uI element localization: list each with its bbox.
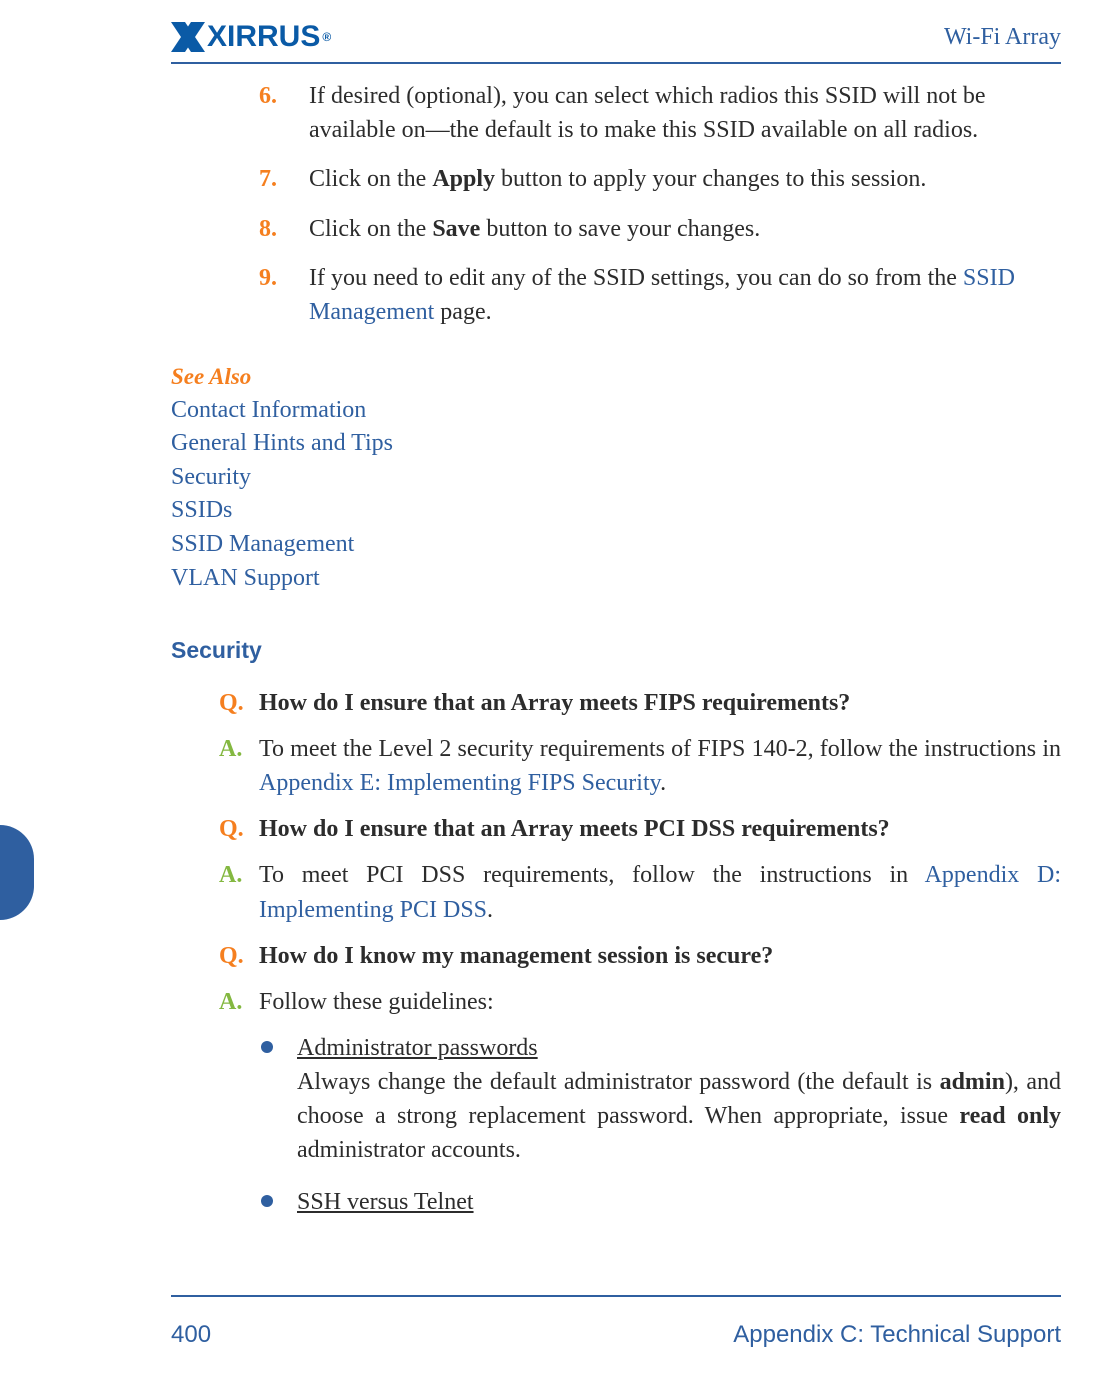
page-number: 400	[171, 1321, 211, 1349]
step-item: 7. Click on the Apply button to apply you…	[171, 163, 1061, 197]
answer-row: A.To meet the Level 2 security requireme…	[219, 732, 1061, 800]
step-item: 6. If desired (optional), you can select …	[171, 80, 1061, 147]
text: Click on the	[309, 166, 432, 192]
see-also-link[interactable]: Contact Information	[171, 394, 1061, 428]
step-number: 9.	[237, 262, 293, 329]
text: Follow these guidelines:	[259, 989, 494, 1015]
text: administrator accounts.	[297, 1137, 521, 1163]
answer-row: A.Follow these guidelines:	[219, 985, 1061, 1019]
step-text: If desired (optional), you can select wh…	[309, 80, 1061, 147]
question-text: How do I ensure that an Array meets PCI …	[259, 812, 1061, 846]
a-label: A.	[219, 858, 259, 926]
step-item: 8. Click on the Save button to save your …	[171, 213, 1061, 247]
text: read only	[959, 1103, 1061, 1129]
bullet-body: Administrator passwords Always change the…	[297, 1031, 1061, 1167]
question-text: How do I ensure that an Array meets FIPS…	[259, 686, 1061, 720]
logo-icon	[171, 22, 205, 52]
answer-text: To meet the Level 2 security requirement…	[259, 732, 1061, 800]
step-text: Click on the Save button to save your ch…	[309, 213, 1061, 247]
bullet-dot-wrap	[261, 1185, 297, 1219]
bullet-icon	[261, 1041, 273, 1053]
bullet-item: Administrator passwords Always change the…	[261, 1031, 1061, 1167]
text: .	[487, 897, 493, 923]
logo-reg: ®	[320, 30, 330, 44]
question-row: Q.How do I know my management session is…	[219, 939, 1061, 973]
a-label: A.	[219, 732, 259, 800]
bullet-title: Administrator passwords	[297, 1031, 1061, 1065]
text: To meet the Level 2 security requirement…	[259, 736, 1061, 762]
link-text[interactable]: Appendix E: Implementing FIPS Security	[259, 770, 660, 796]
bullet-body: SSH versus Telnet	[297, 1185, 1061, 1219]
q-label: Q.	[219, 812, 259, 846]
question-text: How do I know my management session is s…	[259, 939, 1061, 973]
text: How do I know my management session is s…	[259, 943, 773, 969]
step-text: If you need to edit any of the SSID sett…	[309, 262, 1061, 329]
bullet-item: SSH versus Telnet	[261, 1185, 1061, 1219]
thumb-tab	[0, 825, 34, 920]
step-text: Click on the Apply button to apply your …	[309, 163, 1061, 197]
text: If you need to edit any of the SSID sett…	[309, 265, 963, 291]
question-row: Q.How do I ensure that an Array meets PC…	[219, 812, 1061, 846]
text: If desired (optional), you can select wh…	[309, 83, 986, 143]
text: Click on the	[309, 216, 432, 242]
step-item: 9. If you need to edit any of the SSID se…	[171, 262, 1061, 329]
step-number: 7.	[237, 163, 293, 197]
text: How do I ensure that an Array meets PCI …	[259, 816, 890, 842]
document-title: Wi-Fi Array	[944, 24, 1061, 51]
step-number: 6.	[237, 80, 293, 147]
footer-section: Appendix C: Technical Support	[733, 1321, 1061, 1349]
see-also-link[interactable]: General Hints and Tips	[171, 427, 1061, 461]
text: .	[660, 770, 666, 796]
see-also-link[interactable]: SSIDs	[171, 494, 1061, 528]
page-footer: 400 Appendix C: Technical Support	[171, 1295, 1061, 1349]
logo: XIRRUS®	[171, 20, 330, 54]
see-also-link[interactable]: Security	[171, 461, 1061, 495]
q-label: Q.	[219, 686, 259, 720]
logo-text: XIRRUS	[207, 20, 320, 54]
text: How do I ensure that an Array meets FIPS…	[259, 690, 850, 716]
bullet-dot-wrap	[261, 1031, 297, 1167]
see-also-link[interactable]: SSID Management	[171, 528, 1061, 562]
qa-block: Q.How do I ensure that an Array meets FI…	[219, 686, 1061, 1219]
question-row: Q.How do I ensure that an Array meets FI…	[219, 686, 1061, 720]
answer-row: A.To meet PCI DSS requirements, follow t…	[219, 858, 1061, 926]
text: admin	[940, 1069, 1005, 1095]
step-number: 8.	[237, 213, 293, 247]
q-label: Q.	[219, 939, 259, 973]
section-heading-security: Security	[171, 637, 1061, 664]
answer-text: To meet PCI DSS requirements, follow the…	[259, 858, 1061, 926]
text: Save	[432, 216, 480, 242]
text: button to apply your changes to this ses…	[495, 166, 926, 192]
see-also-link[interactable]: VLAN Support	[171, 562, 1061, 596]
numbered-steps: 6. If desired (optional), you can select …	[171, 80, 1061, 330]
text: page.	[434, 299, 491, 325]
see-also-title: See Also	[171, 364, 1061, 390]
answer-text: Follow these guidelines:	[259, 985, 1061, 1019]
guideline-bullets: Administrator passwords Always change the…	[261, 1031, 1061, 1219]
page-content: 6. If desired (optional), you can select …	[171, 80, 1061, 1286]
bullet-icon	[261, 1195, 273, 1207]
text: Apply	[432, 166, 495, 192]
a-label: A.	[219, 985, 259, 1019]
page-header: XIRRUS® Wi-Fi Array	[171, 12, 1061, 64]
text: To meet PCI DSS requirements, follow the…	[259, 862, 925, 888]
see-also-block: See Also Contact InformationGeneral Hint…	[171, 364, 1061, 596]
text: Always change the default administrator …	[297, 1069, 940, 1095]
text: button to save your changes.	[480, 216, 760, 242]
bullet-text: Always change the default administrator …	[297, 1065, 1061, 1167]
bullet-title: SSH versus Telnet	[297, 1185, 1061, 1219]
